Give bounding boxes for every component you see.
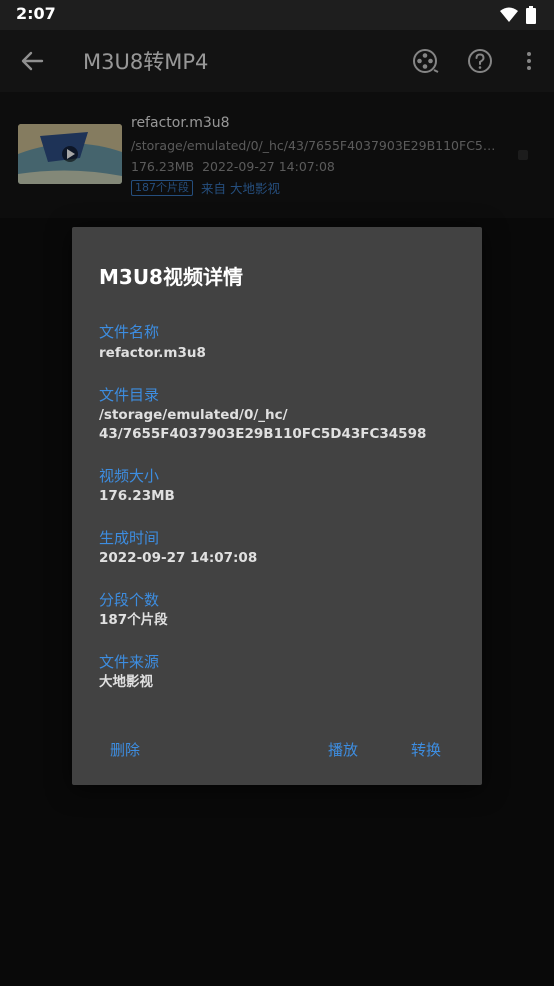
play-button[interactable]: 播放 — [328, 739, 358, 760]
segment-count-value: 187个片段 — [99, 612, 168, 628]
file-source-label: 文件来源 — [99, 653, 160, 671]
status-icons — [500, 6, 536, 24]
convert-button[interactable]: 转换 — [411, 739, 441, 760]
video-size-value: 176.23MB — [99, 488, 175, 504]
segment-count-label: 分段个数 — [99, 591, 160, 609]
file-source-value: 大地影视 — [99, 674, 153, 690]
battery-icon — [526, 6, 536, 24]
created-time-value: 2022-09-27 14:07:08 — [99, 550, 258, 566]
dialog-title: M3U8视频详情 — [99, 265, 243, 289]
delete-button[interactable]: 删除 — [110, 739, 140, 760]
file-name-value: refactor.m3u8 — [99, 345, 206, 361]
video-details-dialog: M3U8视频详情 文件名称 refactor.m3u8 文件目录 /storag… — [72, 227, 482, 785]
file-directory-label: 文件目录 — [99, 386, 160, 404]
file-name-label: 文件名称 — [99, 323, 160, 341]
file-directory-value-line2: 43/7655F4037903E29B110FC5D43FC34598 — [99, 426, 427, 442]
file-directory-value-line1: /storage/emulated/0/_hc/ — [99, 407, 288, 423]
wifi-icon — [500, 7, 518, 22]
created-time-label: 生成时间 — [99, 529, 160, 547]
video-size-label: 视频大小 — [99, 467, 160, 485]
status-time: 2:07 — [16, 4, 56, 23]
status-bar: 2:07 — [0, 0, 554, 30]
